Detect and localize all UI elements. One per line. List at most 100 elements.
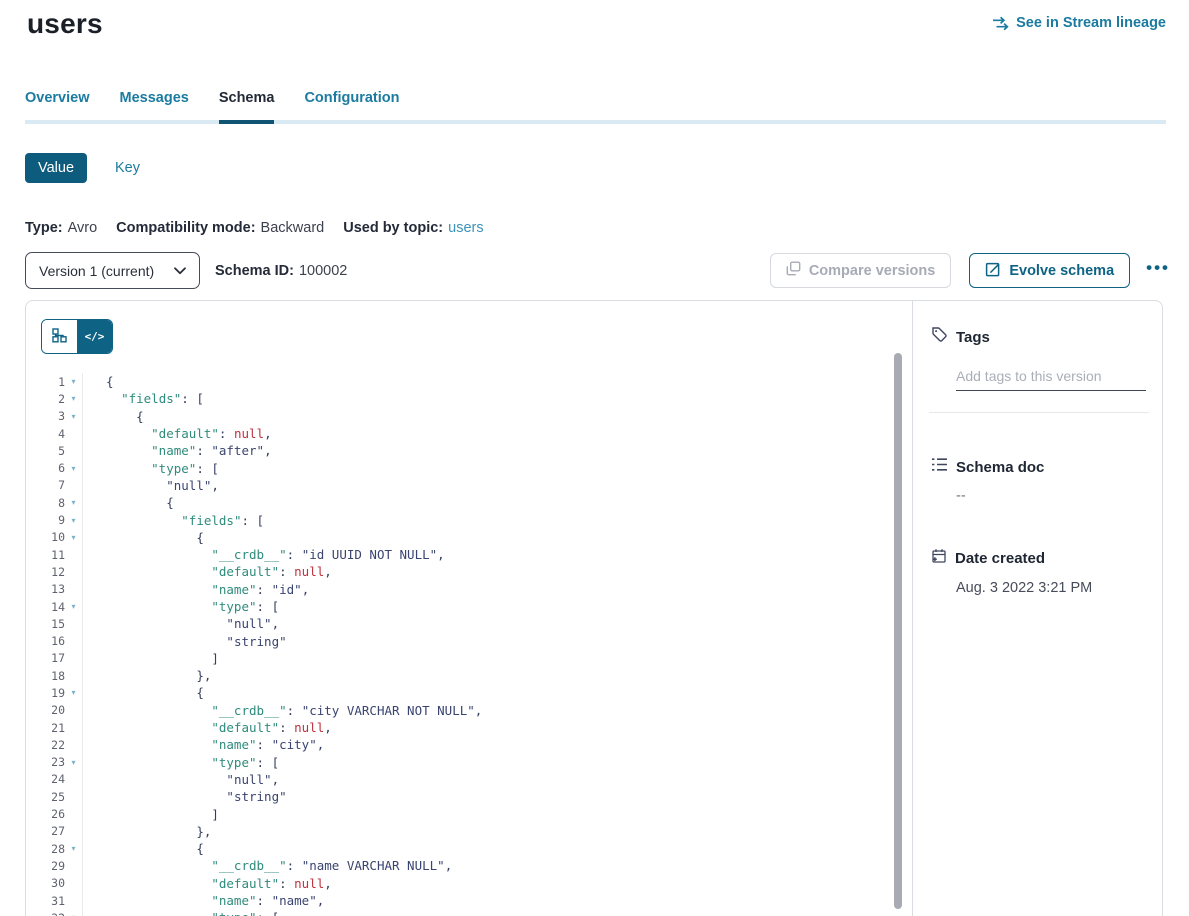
tab-track [25,120,1166,124]
line-gutter: 2▾ [26,390,83,407]
line-gutter: 22 [26,736,83,753]
code-line-content: "null", [83,478,219,493]
line-number: 4 [58,427,65,441]
code-line-content: "fields": [ [83,391,204,406]
code-line-content: ] [83,807,219,822]
code-line: 2▾ "fields": [ [26,390,912,407]
code-line: 27 }, [26,823,912,840]
code-line-content: { [83,374,114,389]
key-toggle-button[interactable]: Key [115,160,140,176]
fold-toggle-icon[interactable]: ▾ [65,498,82,507]
code-line: 32▾ "type": [ [26,909,912,916]
code-line: 3▾ { [26,408,912,425]
fold-toggle-icon[interactable]: ▾ [65,844,82,853]
version-select[interactable]: Version 1 (current) [25,252,200,289]
fold-toggle-icon[interactable]: ▾ [65,464,82,473]
code-line: 31 "name": "name", [26,892,912,909]
schema-page: users See in Stream lineage Overview Mes… [0,0,1189,916]
add-tags-input[interactable] [956,368,1146,391]
code-line-content: { [83,495,174,510]
line-number: 27 [51,824,65,838]
fold-toggle-icon[interactable]: ▾ [65,377,82,386]
line-number: 5 [58,444,65,458]
code-line: 28▾ { [26,840,912,857]
line-gutter: 25 [26,788,83,805]
line-gutter: 26 [26,805,83,822]
evolve-schema-label: Evolve schema [1009,263,1114,279]
code-view-button[interactable]: </> [77,320,112,353]
code-line: 17 ] [26,650,912,667]
schema-panel: </> 1▾{2▾ "fields": [3▾ {4 "default": nu… [25,300,1163,916]
schema-code-editor[interactable]: 1▾{2▾ "fields": [3▾ {4 "default": null,5… [26,373,912,916]
line-number: 22 [51,738,65,752]
code-line: 11 "__crdb__": "id UUID NOT NULL", [26,546,912,563]
value-toggle-button[interactable]: Value [25,153,87,183]
code-line: 9▾ "fields": [ [26,511,912,528]
see-in-stream-lineage-link[interactable]: See in Stream lineage [992,15,1166,31]
code-view-icon: </> [85,330,105,343]
more-actions-button[interactable]: ••• [1144,255,1172,286]
code-line-content: "type": [ [83,599,279,614]
code-line-content: "name": "id", [83,582,309,597]
code-line: 25 "string" [26,788,912,805]
fold-toggle-icon[interactable]: ▾ [65,758,82,767]
line-number: 7 [58,478,65,492]
tab-schema[interactable]: Schema [219,90,275,124]
topic-link[interactable]: users [448,220,483,236]
schema-doc-header: Schema doc [931,457,1149,477]
fold-toggle-icon[interactable]: ▾ [65,516,82,525]
line-number: 13 [51,582,65,596]
code-line-content: "type": [ [83,461,219,476]
line-gutter: 1▾ [26,373,83,390]
tab-bar: Overview Messages Schema Configuration [25,90,1166,124]
line-gutter: 31 [26,892,83,909]
line-number: 2 [58,392,65,406]
line-gutter: 6▾ [26,459,83,476]
tab-overview[interactable]: Overview [25,90,90,124]
code-line-content: { [83,685,204,700]
line-gutter: 14▾ [26,598,83,615]
chevron-down-icon [174,267,186,275]
schema-type: Type:Avro [25,220,97,236]
code-line: 19▾ { [26,684,912,701]
page-title: users [27,8,103,40]
code-line: 21 "default": null, [26,719,912,736]
line-number: 32 [51,911,65,916]
edit-schema-icon [985,261,1001,281]
compare-versions-button[interactable]: Compare versions [770,253,952,288]
fold-toggle-icon[interactable]: ▾ [65,533,82,542]
schema-code-pane: </> 1▾{2▾ "fields": [3▾ {4 "default": nu… [26,301,912,916]
line-gutter: 23▾ [26,754,83,771]
fold-toggle-icon[interactable]: ▾ [65,412,82,421]
code-line: 23▾ "type": [ [26,754,912,771]
code-line: 30 "default": null, [26,875,912,892]
code-line-content: "__crdb__": "name VARCHAR NULL", [83,858,452,873]
line-gutter: 3▾ [26,408,83,425]
fold-toggle-icon[interactable]: ▾ [65,688,82,697]
code-line: 4 "default": null, [26,425,912,442]
tags-section-header: Tags [931,326,1149,348]
line-number: 31 [51,894,65,908]
line-number: 11 [51,548,65,562]
line-gutter: 32▾ [26,909,83,916]
line-number: 23 [51,755,65,769]
line-number: 26 [51,807,65,821]
code-line-content: "default": null, [83,426,272,441]
line-number: 20 [51,703,65,717]
code-line-content: "name": "city", [83,737,324,752]
tab-messages[interactable]: Messages [120,90,189,124]
calendar-icon [931,548,947,569]
evolve-schema-button[interactable]: Evolve schema [969,253,1130,288]
tree-view-button[interactable] [42,320,77,353]
fold-toggle-icon[interactable]: ▾ [65,394,82,403]
line-gutter: 27 [26,823,83,840]
line-gutter: 13 [26,581,83,598]
line-gutter: 19▾ [26,684,83,701]
fold-toggle-icon[interactable]: ▾ [65,602,82,611]
tab-configuration[interactable]: Configuration [304,90,399,124]
code-line-content: "default": null, [83,876,332,891]
line-gutter: 24 [26,771,83,788]
line-number: 1 [58,375,65,389]
vertical-scrollbar[interactable] [894,353,902,909]
code-line: 24 "null", [26,771,912,788]
